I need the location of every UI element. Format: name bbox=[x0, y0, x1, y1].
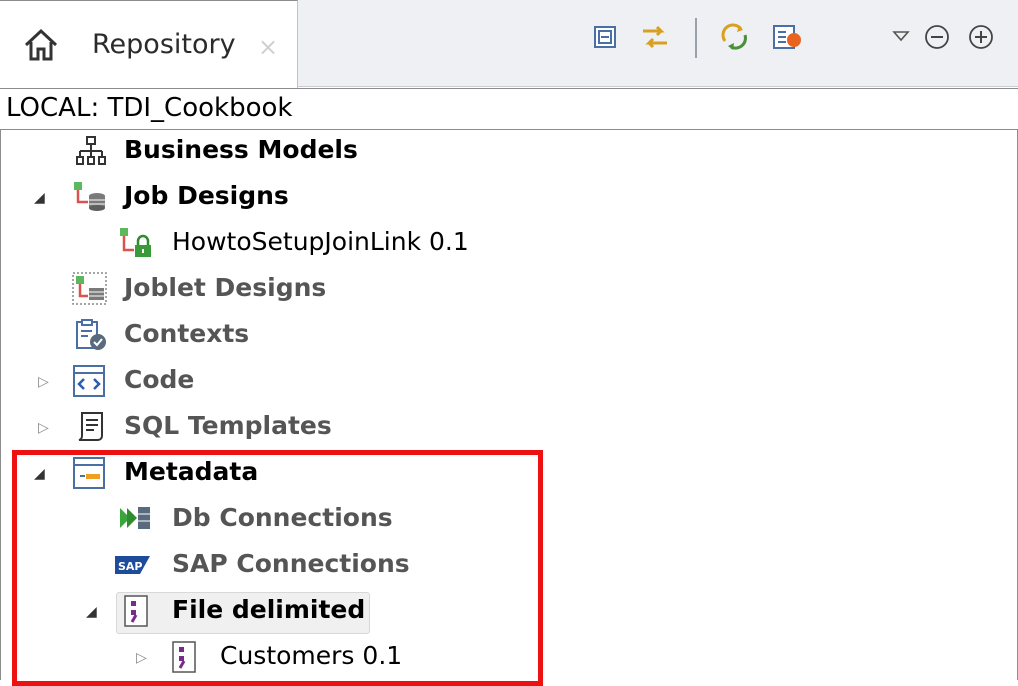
tree-item-label: Job Designs bbox=[124, 181, 289, 210]
project-header: LOCAL: TDI_Cookbook bbox=[0, 88, 1018, 130]
panel-header: Repository × bbox=[0, 0, 1018, 89]
project-label: LOCAL: TDI_Cookbook bbox=[6, 93, 293, 123]
link-with-editor-icon[interactable] bbox=[638, 20, 672, 54]
tab-label: Repository bbox=[92, 29, 236, 60]
tree-item-business-models[interactable]: Business Models bbox=[0, 130, 1018, 174]
tree-item-label: HowtoSetupJoinLink 0.1 bbox=[172, 227, 469, 256]
expanded-arrow-icon[interactable]: ◢ bbox=[34, 190, 50, 206]
joblet-designs-icon bbox=[72, 272, 107, 306]
tree-item-label: Code bbox=[124, 365, 195, 394]
collapsed-arrow-icon[interactable]: ▷ bbox=[38, 374, 54, 390]
tree-item-joblet-designs[interactable]: Joblet Designs bbox=[0, 268, 1018, 312]
sql-templates-icon bbox=[74, 410, 108, 444]
tree-item-job-designs[interactable]: ◢ Job Designs bbox=[0, 176, 1018, 220]
tree-item-sql-templates[interactable]: ▷ SQL Templates bbox=[0, 406, 1018, 450]
tree-item-label: Business Models bbox=[124, 135, 358, 164]
maximize-icon[interactable] bbox=[964, 20, 998, 54]
home-icon bbox=[22, 27, 60, 63]
red-highlight-annotation bbox=[12, 450, 543, 686]
filter-settings-icon[interactable] bbox=[770, 20, 804, 54]
collapse-all-icon[interactable] bbox=[588, 20, 622, 54]
minimize-icon[interactable] bbox=[920, 20, 954, 54]
tab-repository[interactable]: Repository × bbox=[0, 0, 298, 89]
job-designs-icon bbox=[72, 180, 106, 214]
tree-item-label: Contexts bbox=[124, 319, 250, 348]
view-menu-icon[interactable] bbox=[884, 20, 918, 54]
toolbar-separator bbox=[695, 18, 697, 58]
collapsed-arrow-icon[interactable]: ▷ bbox=[38, 420, 54, 436]
close-icon[interactable]: × bbox=[258, 33, 278, 61]
tree-item-label: SQL Templates bbox=[124, 411, 332, 440]
refresh-icon[interactable] bbox=[718, 20, 752, 54]
business-models-icon bbox=[74, 134, 108, 168]
tree-item-contexts[interactable]: Contexts bbox=[0, 314, 1018, 358]
tree-item-code[interactable]: ▷ Code bbox=[0, 360, 1018, 404]
contexts-icon bbox=[74, 318, 108, 352]
code-icon bbox=[72, 364, 106, 398]
locked-job-icon bbox=[118, 226, 152, 260]
tree-item-howtosetupjoinlink[interactable]: HowtoSetupJoinLink 0.1 bbox=[0, 222, 1018, 266]
tree-item-label: Joblet Designs bbox=[124, 273, 327, 302]
